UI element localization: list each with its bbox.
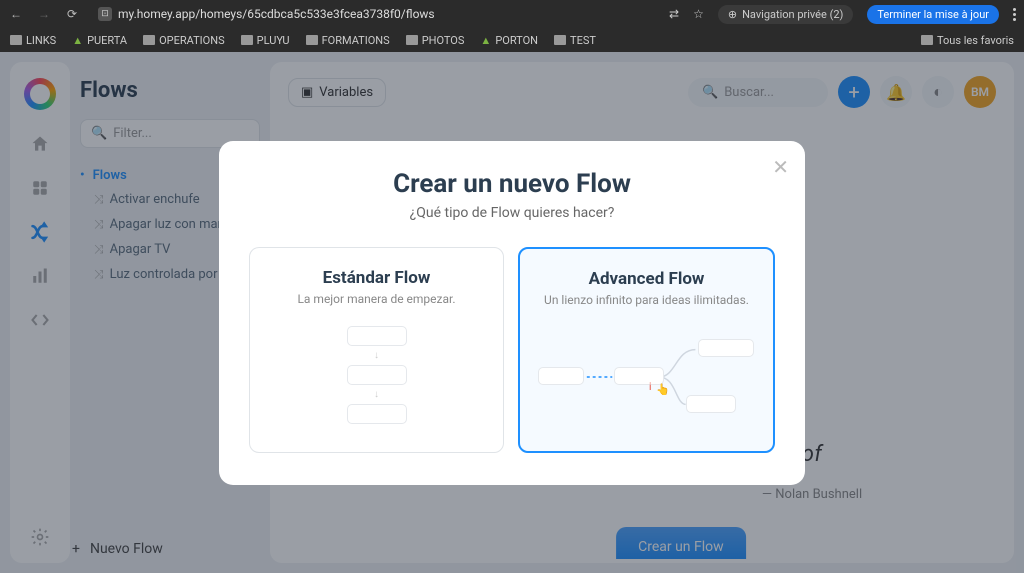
bookmark-operations[interactable]: OPERATIONS	[143, 34, 225, 47]
card-title: Advanced Flow	[534, 269, 759, 289]
bookmark-test[interactable]: TEST	[554, 34, 596, 47]
standard-flow-preview: ↓ ↓	[264, 326, 489, 426]
bookmark-links[interactable]: LINKS	[10, 34, 56, 47]
bookmark-pluyu[interactable]: PLUYU	[241, 34, 290, 47]
card-desc: La mejor manera de empezar.	[264, 292, 489, 306]
standard-flow-card[interactable]: Estándar Flow La mejor manera de empezar…	[249, 247, 504, 453]
create-flow-modal: ✕ Crear un nuevo Flow ¿Qué tipo de Flow …	[219, 141, 805, 485]
modal-subtitle: ¿Qué tipo de Flow quieres hacer?	[249, 205, 775, 221]
back-button[interactable]: ←	[8, 6, 24, 22]
bookmark-formations[interactable]: FORMATIONS	[306, 34, 390, 47]
url-text: my.homey.app/homeys/65cdbca5c533e3fcea37…	[118, 7, 435, 21]
card-desc: Un lienzo infinito para ideas ilimitadas…	[534, 293, 759, 307]
advanced-flow-preview: i 👆	[534, 327, 759, 427]
menu-icon[interactable]	[1013, 8, 1016, 21]
star-icon[interactable]: ☆	[693, 7, 704, 21]
close-icon[interactable]: ✕	[772, 155, 789, 179]
card-title: Estándar Flow	[264, 268, 489, 288]
bookmark-porton[interactable]: ▲PORTON	[480, 34, 538, 47]
translate-icon[interactable]: ⇄	[669, 7, 679, 21]
update-button[interactable]: Terminer la mise à jour	[867, 5, 999, 24]
reload-button[interactable]: ⟳	[64, 6, 80, 22]
advanced-flow-card[interactable]: Advanced Flow Un lienzo infinito para id…	[518, 247, 775, 453]
all-favorites[interactable]: Tous les favoris	[921, 34, 1014, 47]
bookmark-photos[interactable]: PHOTOS	[406, 34, 465, 47]
site-icon: ⊡	[98, 7, 112, 21]
modal-overlay[interactable]: ✕ Crear un nuevo Flow ¿Qué tipo de Flow …	[0, 52, 1024, 573]
modal-title: Crear un nuevo Flow	[249, 169, 775, 199]
bookmark-puerta[interactable]: ▲PUERTA	[72, 34, 127, 47]
forward-button[interactable]: →	[36, 6, 52, 22]
privacy-badge[interactable]: ⊕ Navigation privée (2)	[718, 5, 854, 24]
address-bar[interactable]: ⊡ my.homey.app/homeys/65cdbca5c533e3fcea…	[98, 7, 657, 21]
incognito-icon: ⊕	[728, 8, 737, 21]
bookmarks-bar: LINKS ▲PUERTA OPERATIONS PLUYU FORMATION…	[0, 28, 1024, 52]
